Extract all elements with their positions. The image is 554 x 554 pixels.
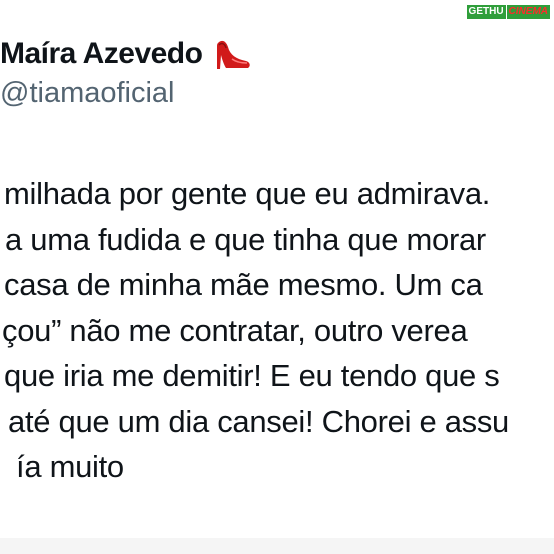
tweet-line: que iria me demitir! E eu tendo que s — [4, 358, 500, 393]
tweet-line: ía muito — [16, 449, 124, 484]
tweet-line: até que um dia cansei! Chorei e assu — [8, 403, 510, 439]
channel-watermark: GETHU CINEMA — [466, 4, 550, 20]
watermark-text-2: CINEMA — [506, 5, 550, 19]
watermark-text-1: GETHU — [466, 5, 506, 19]
tweet-line: çou” não me contratar, outro verea — [2, 312, 468, 348]
tweet-body: milhada por gente que eu admirava. a uma… — [0, 171, 554, 490]
author-handle[interactable]: @tiamaoficial — [0, 77, 175, 110]
author-name-text: Maíra Azevedo — [0, 37, 203, 70]
tweet-line: a uma fudida e que tinha que morar — [5, 221, 486, 257]
tweet-line: milhada por gente que eu admirava. — [4, 176, 491, 211]
tweet-line: casa de minha mãe mesmo. Um ca — [4, 267, 483, 302]
screenshot-canvas: GETHU CINEMA Maíra Azevedo @tiamaoficial… — [0, 0, 554, 554]
author-display-name[interactable]: Maíra Azevedo — [0, 36, 252, 72]
high-heel-icon — [212, 35, 252, 73]
bottom-divider — [0, 538, 554, 554]
